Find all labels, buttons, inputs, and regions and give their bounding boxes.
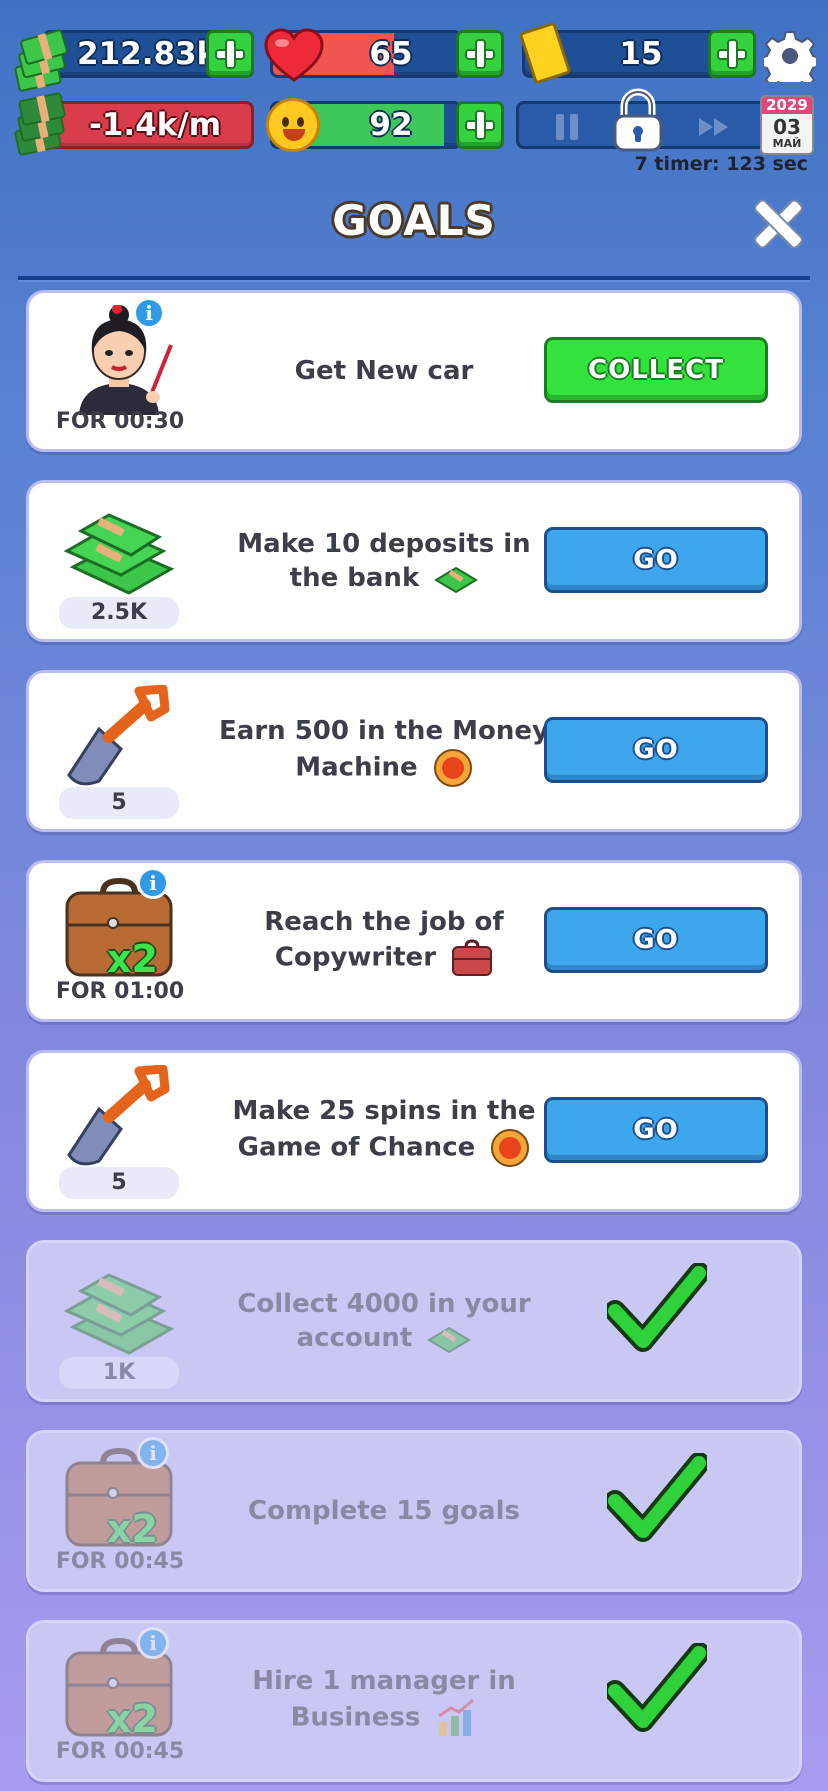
reward-badge: 5 bbox=[59, 1167, 179, 1199]
cash-icon bbox=[434, 566, 479, 593]
cash-icon bbox=[13, 28, 70, 93]
reward-badge: 1K bbox=[59, 1357, 179, 1389]
goal-card-completed: x2 i FOR 00:45 Complete 15 goals bbox=[26, 1430, 802, 1592]
briefcase-icon bbox=[452, 939, 493, 976]
goal-text: Hire 1 manager in Business bbox=[199, 1623, 569, 1779]
chip-icon bbox=[491, 1129, 530, 1167]
go-button[interactable]: GO bbox=[544, 907, 768, 973]
cash-icon bbox=[63, 513, 175, 595]
goal-card: 5 Make 25 spins in the Game of Chance GO bbox=[26, 1050, 802, 1212]
goal-card-completed: x2 i FOR 00:45 Hire 1 manager in Busines… bbox=[26, 1620, 802, 1782]
goal-card: i FOR 00:30 Get New car COLLECT bbox=[26, 290, 802, 452]
goal-label-line1: Reach the job of bbox=[264, 907, 504, 937]
reward-badge: 5 bbox=[59, 787, 179, 819]
income-cash-icon bbox=[13, 91, 70, 157]
pause-icon[interactable] bbox=[554, 114, 582, 140]
goal-label: Complete 15 goals bbox=[248, 1496, 520, 1526]
chart-up-icon bbox=[438, 1698, 475, 1736]
checkmark-icon bbox=[607, 1453, 707, 1542]
goal-card: 5 Earn 500 in the Money Machine GO bbox=[26, 670, 802, 832]
goal-text: Reach the job of Copywriter bbox=[199, 863, 569, 1019]
chip-icon bbox=[433, 749, 472, 787]
close-button[interactable] bbox=[752, 198, 804, 250]
cash-icon bbox=[63, 1273, 175, 1355]
reward-timer: FOR 00:45 bbox=[55, 1739, 185, 1764]
goal-text: Make 10 deposits in the bank bbox=[199, 483, 569, 639]
income-rate-value: -1.4k/m bbox=[88, 107, 222, 143]
collect-button[interactable]: COLLECT bbox=[544, 337, 768, 403]
goal-label-line1: Make 10 deposits in bbox=[237, 529, 531, 559]
multiplier-badge: x2 bbox=[107, 937, 158, 981]
goal-text: Earn 500 in the Money Machine bbox=[199, 673, 569, 829]
heart-icon bbox=[264, 28, 324, 82]
checkmark-icon bbox=[607, 1263, 707, 1352]
info-icon[interactable]: i bbox=[137, 1627, 169, 1659]
smile-icon bbox=[266, 98, 320, 152]
goal-card: x2 i FOR 01:00 Reach the job of Copywrit… bbox=[26, 860, 802, 1022]
goal-text: Collect 4000 in your account bbox=[199, 1243, 569, 1399]
cash-icon bbox=[427, 1326, 472, 1353]
calendar-month: МАЙ bbox=[772, 137, 802, 150]
goal-label-line1: Hire 1 manager in bbox=[252, 1666, 516, 1696]
goal-label-line2: Machine bbox=[295, 752, 418, 783]
multiplier-badge: x2 bbox=[107, 1697, 158, 1741]
goal-label-line1: Make 25 spins in the bbox=[232, 1096, 536, 1126]
calendar-day: 03 bbox=[773, 115, 801, 139]
goal-label-line2: account bbox=[296, 1323, 413, 1353]
goal-label-line1: Earn 500 in the Money bbox=[219, 716, 549, 746]
info-icon[interactable]: i bbox=[137, 1437, 169, 1469]
income-rate-bar: -1.4k/m bbox=[42, 101, 254, 149]
happiness-value: 92 bbox=[369, 107, 413, 143]
goal-label-line2: the bank bbox=[289, 563, 420, 593]
goal-text: Make 25 spins in the Game of Chance bbox=[199, 1053, 569, 1209]
goal-label-line1: Collect 4000 in your bbox=[237, 1289, 531, 1319]
reward-timer: FOR 01:00 bbox=[55, 979, 185, 1004]
add-happiness-button[interactable] bbox=[456, 101, 504, 149]
add-tickets-button[interactable] bbox=[708, 30, 756, 78]
reward-badge: 2.5K bbox=[59, 597, 179, 629]
goal-label-line2: Game of Chance bbox=[237, 1132, 476, 1163]
add-money-button[interactable] bbox=[206, 30, 254, 78]
reward-timer: FOR 00:45 bbox=[55, 1549, 185, 1574]
info-icon[interactable]: i bbox=[133, 297, 165, 329]
checkmark-icon bbox=[607, 1643, 707, 1732]
shovel-icon bbox=[67, 685, 170, 786]
multiplier-badge: x2 bbox=[107, 1507, 158, 1551]
goal-card-completed: 1K Collect 4000 in your account bbox=[26, 1240, 802, 1402]
go-button[interactable]: GO bbox=[544, 527, 768, 593]
goal-text: Complete 15 goals bbox=[199, 1433, 569, 1589]
shovel-icon bbox=[67, 1065, 170, 1166]
info-icon[interactable]: i bbox=[137, 867, 169, 899]
go-button[interactable]: GO bbox=[544, 1097, 768, 1163]
page-title: GOALS bbox=[332, 196, 496, 245]
goal-text: Get New car bbox=[199, 293, 569, 449]
add-health-button[interactable] bbox=[456, 30, 504, 78]
timer-text: 7 timer: 123 sec bbox=[634, 153, 808, 175]
calendar-year: 2029 bbox=[762, 97, 812, 114]
tickets-value: 15 bbox=[619, 36, 663, 72]
lock-icon bbox=[613, 88, 663, 152]
goal-card: 2.5K Make 10 deposits in the bank GO bbox=[26, 480, 802, 642]
go-button[interactable]: GO bbox=[544, 717, 768, 783]
header-divider bbox=[18, 276, 810, 282]
fast-forward-icon[interactable] bbox=[697, 116, 731, 138]
reward-timer: FOR 00:30 bbox=[55, 409, 185, 434]
health-value: 65 bbox=[369, 36, 413, 72]
goal-label-line2: Copywriter bbox=[274, 942, 437, 973]
gear-icon[interactable] bbox=[764, 30, 816, 82]
goal-label: Get New car bbox=[294, 356, 474, 386]
goal-label-line2: Business bbox=[290, 1702, 421, 1733]
calendar-widget: 2029 03 МАЙ bbox=[760, 95, 814, 155]
